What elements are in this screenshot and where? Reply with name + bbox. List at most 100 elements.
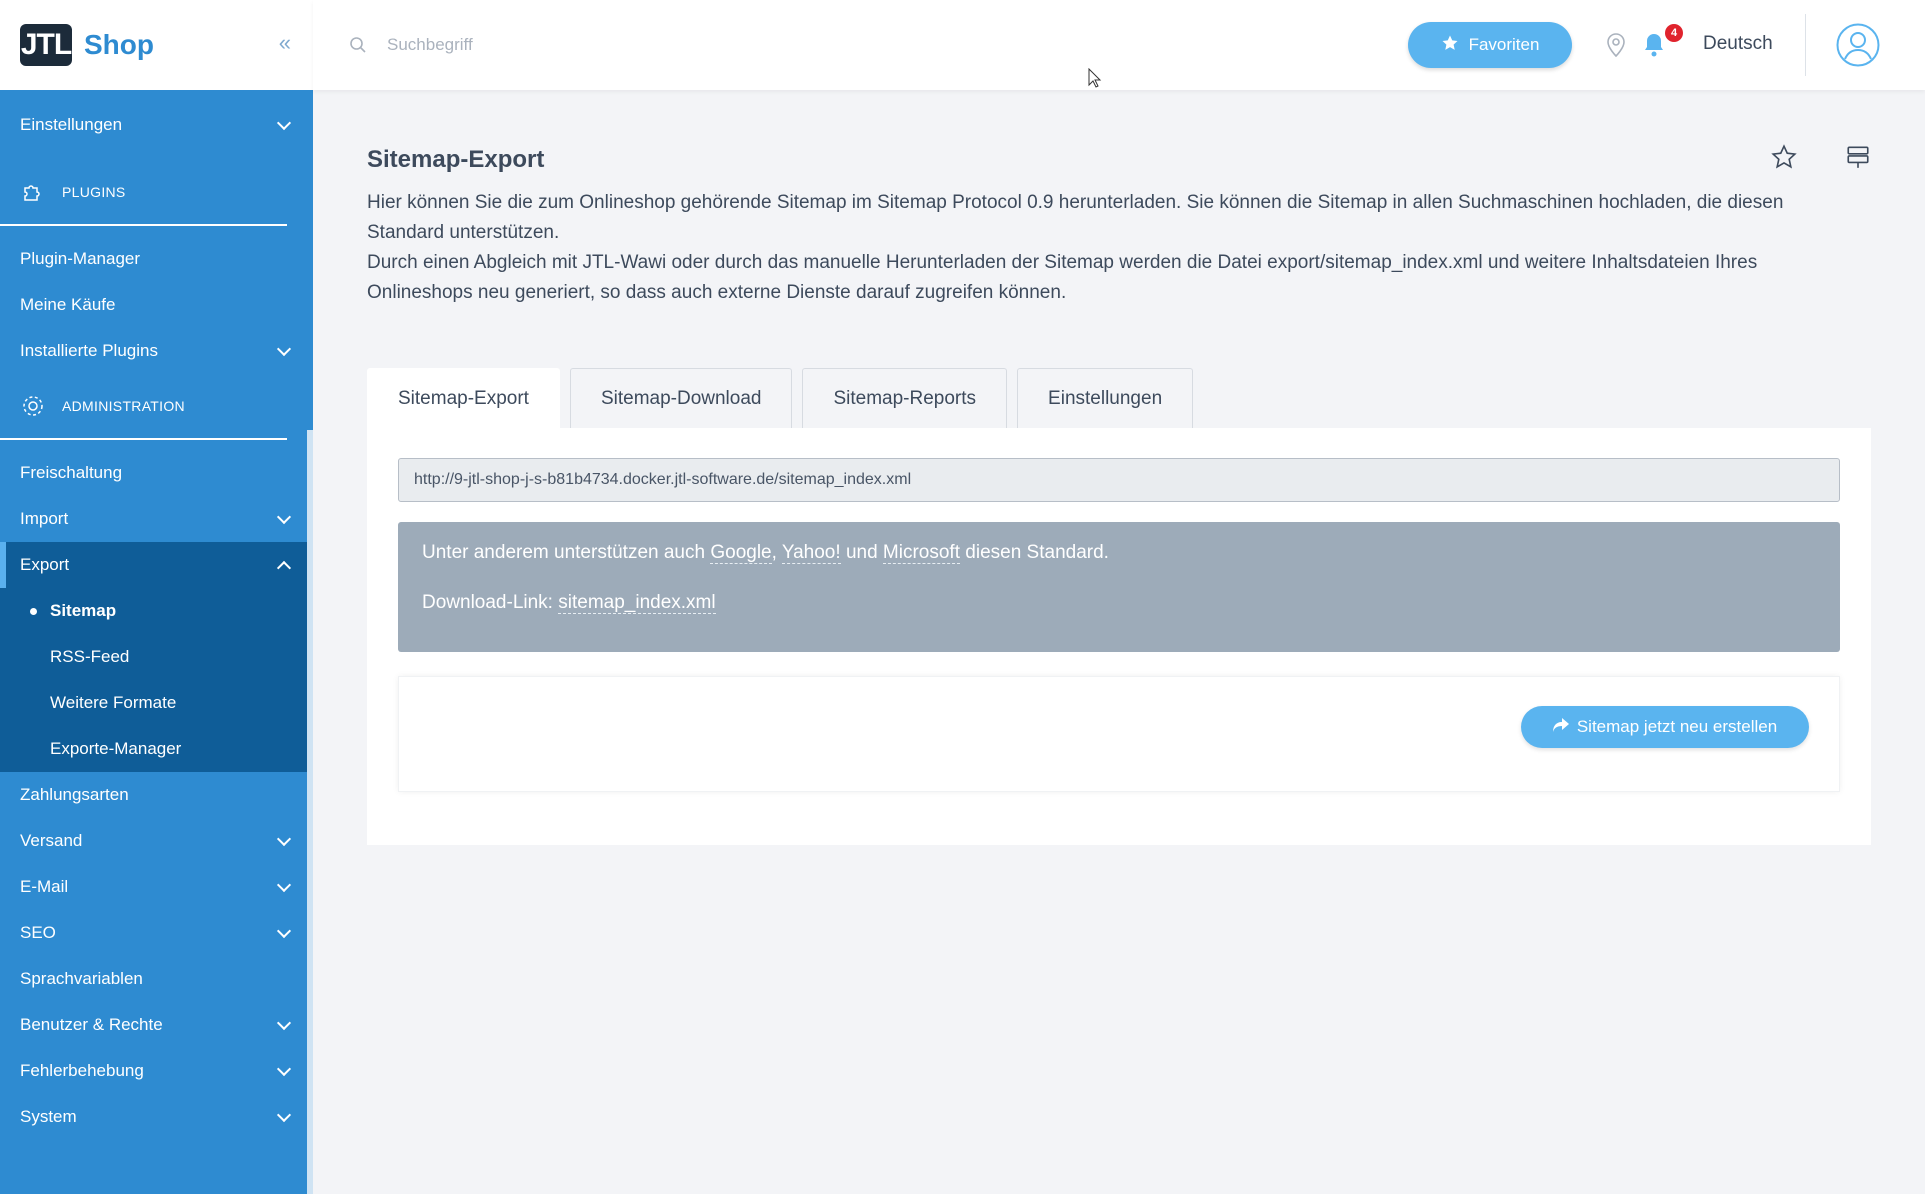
star-icon (1441, 34, 1459, 57)
sidebar-item-seo[interactable]: SEO (0, 910, 313, 956)
sidebar-item-label: SEO (20, 923, 56, 942)
sidebar-item-label: Import (20, 509, 69, 528)
sidebar-item-label: Versand (20, 831, 83, 850)
yahoo-link[interactable]: Yahoo! (781, 542, 841, 564)
section-label: ADMINISTRATION (62, 398, 185, 414)
sidebar-item-label: Export (20, 555, 70, 574)
sidebar-item-einstellungen[interactable]: Einstellungen (0, 90, 313, 160)
sidebar-item-label: Meine Käufe (20, 295, 116, 314)
tab-sitemap-reports[interactable]: Sitemap-Reports (802, 368, 1008, 428)
favorites-label: Favoriten (1468, 35, 1540, 54)
info-text: und (845, 542, 878, 563)
sidebar-item-label: Sprachvariablen (20, 969, 143, 988)
share-arrow-icon (1552, 717, 1569, 737)
sidebar-item-installierte-plugins[interactable]: Installierte Plugins (0, 328, 313, 374)
section-plugins: PLUGINS (0, 160, 287, 226)
sidebar-item-e-mail[interactable]: E-Mail (0, 864, 313, 910)
sidebar-item-meine-kaeufe[interactable]: Meine Käufe (0, 282, 313, 328)
download-line: Download-Link: sitemap_index.xml (422, 590, 1816, 616)
sidebar-item-label: Zahlungsarten (20, 785, 129, 804)
chevron-down-icon (276, 831, 292, 846)
tab-sitemap-download[interactable]: Sitemap-Download (569, 368, 793, 428)
chevron-down-icon (276, 1061, 292, 1076)
gear-icon (20, 393, 46, 419)
sidebar-item-zahlungsarten[interactable]: Zahlungsarten (0, 772, 313, 818)
sidebar-item-label: Installierte Plugins (20, 341, 158, 360)
export-subnav: Sitemap RSS-Feed Weitere Formate Exporte… (0, 588, 313, 772)
location-pin-icon[interactable] (1605, 32, 1627, 63)
regenerate-sitemap-button[interactable]: Sitemap jetzt neu erstellen (1521, 706, 1809, 748)
favorites-button[interactable]: Favoriten (1408, 22, 1572, 68)
search-input[interactable] (387, 35, 987, 55)
section-administration: ADMINISTRATION (0, 374, 287, 440)
sidebar-item-label: Freischaltung (20, 463, 123, 482)
puzzle-icon (20, 179, 46, 205)
sidebar-subitem-rss-feed[interactable]: RSS-Feed (0, 634, 313, 680)
chevron-up-icon (276, 560, 292, 575)
description-paragraph: Hier können Sie die zum Onlineshop gehör… (367, 192, 1784, 243)
sidebar-item-fehlerbehebung[interactable]: Fehlerbehebung (0, 1048, 313, 1094)
top-header: Favoriten 4 Deutsch (313, 0, 1925, 90)
sidebar-item-benutzer-rechte[interactable]: Benutzer & Rechte (0, 1002, 313, 1048)
sidebar-subitem-weitere-formate[interactable]: Weitere Formate (0, 680, 313, 726)
sidebar-item-label: Benutzer & Rechte (20, 1015, 163, 1034)
sidebar-item-export[interactable]: Export (0, 542, 313, 588)
sidebar-item-label: Fehlerbehebung (20, 1061, 144, 1080)
page-title: Sitemap-Export (367, 146, 545, 173)
tab-bar: Sitemap-Export Sitemap-Download Sitemap-… (367, 368, 1194, 428)
info-text: diesen Standard. (965, 542, 1109, 563)
chevron-down-icon (276, 923, 292, 938)
signpost-icon[interactable] (1845, 144, 1871, 175)
chevron-down-icon (276, 1107, 292, 1122)
sidebar: JTL Shop « Einstellungen PLUGINS Plugin-… (0, 0, 313, 1194)
chevron-down-icon (276, 877, 292, 892)
header-divider (1805, 14, 1806, 76)
bell-icon[interactable] (1643, 32, 1665, 63)
section-label: PLUGINS (62, 184, 126, 200)
microsoft-link[interactable]: Microsoft (882, 542, 960, 564)
sidebar-item-label: E-Mail (20, 877, 69, 896)
info-line: Unter anderem unterstützen auch Google, … (422, 542, 1109, 564)
tab-sitemap-export[interactable]: Sitemap-Export (367, 368, 560, 428)
user-avatar-icon[interactable] (1836, 23, 1880, 67)
mouse-cursor-icon (1088, 67, 1102, 93)
sidebar-item-freischaltung[interactable]: Freischaltung (0, 450, 313, 496)
logo-bar: JTL Shop « (0, 0, 313, 90)
sidebar-nav: Einstellungen PLUGINS Plugin-Manager Mei… (0, 90, 313, 1140)
download-link[interactable]: sitemap_index.xml (558, 592, 716, 614)
language-selector[interactable]: Deutsch (1703, 33, 1773, 55)
search-icon (349, 36, 367, 54)
chevron-down-icon (276, 115, 292, 130)
tab-einstellungen[interactable]: Einstellungen (1017, 368, 1194, 428)
sitemap-url-field[interactable] (398, 458, 1840, 502)
collapse-sidebar-icon[interactable]: « (279, 30, 291, 56)
sidebar-item-label: Plugin-Manager (20, 249, 141, 268)
sidebar-item-system[interactable]: System (0, 1094, 313, 1140)
regenerate-label: Sitemap jetzt neu erstellen (1576, 717, 1778, 736)
favorite-star-icon[interactable] (1771, 144, 1797, 175)
description-paragraph: Durch einen Abgleich mit JTL-Wawi oder d… (367, 252, 1758, 303)
chevron-down-icon (276, 341, 292, 356)
sidebar-subitem-sitemap[interactable]: Sitemap (0, 588, 313, 634)
chevron-down-icon (276, 1015, 292, 1030)
page-description: Hier können Sie die zum Onlineshop gehör… (367, 188, 1847, 308)
tab-panel: Unter anderem unterstützen auch Google, … (367, 428, 1871, 845)
sidebar-subitem-exporte-manager[interactable]: Exporte-Manager (0, 726, 313, 772)
sidebar-item-plugin-manager[interactable]: Plugin-Manager (0, 236, 313, 282)
info-box: Unter anderem unterstützen auch Google, … (398, 522, 1840, 652)
download-label: Download-Link: (422, 592, 553, 613)
logo-mark[interactable]: JTL (20, 24, 72, 66)
google-link[interactable]: Google (710, 542, 772, 564)
info-text: Unter anderem unterstützen auch (422, 542, 706, 563)
logo-text[interactable]: Shop (84, 29, 154, 61)
action-card: Sitemap jetzt neu erstellen (398, 676, 1840, 792)
sidebar-item-label: System (20, 1107, 77, 1126)
sidebar-item-label: Einstellungen (20, 115, 123, 134)
sidebar-item-import[interactable]: Import (0, 496, 313, 542)
chevron-down-icon (276, 509, 292, 524)
sidebar-scrollbar[interactable] (307, 430, 313, 1194)
title-actions (1771, 144, 1871, 175)
sidebar-item-versand[interactable]: Versand (0, 818, 313, 864)
sidebar-item-sprachvariablen[interactable]: Sprachvariablen (0, 956, 313, 1002)
notification-badge: 4 (1665, 24, 1683, 42)
